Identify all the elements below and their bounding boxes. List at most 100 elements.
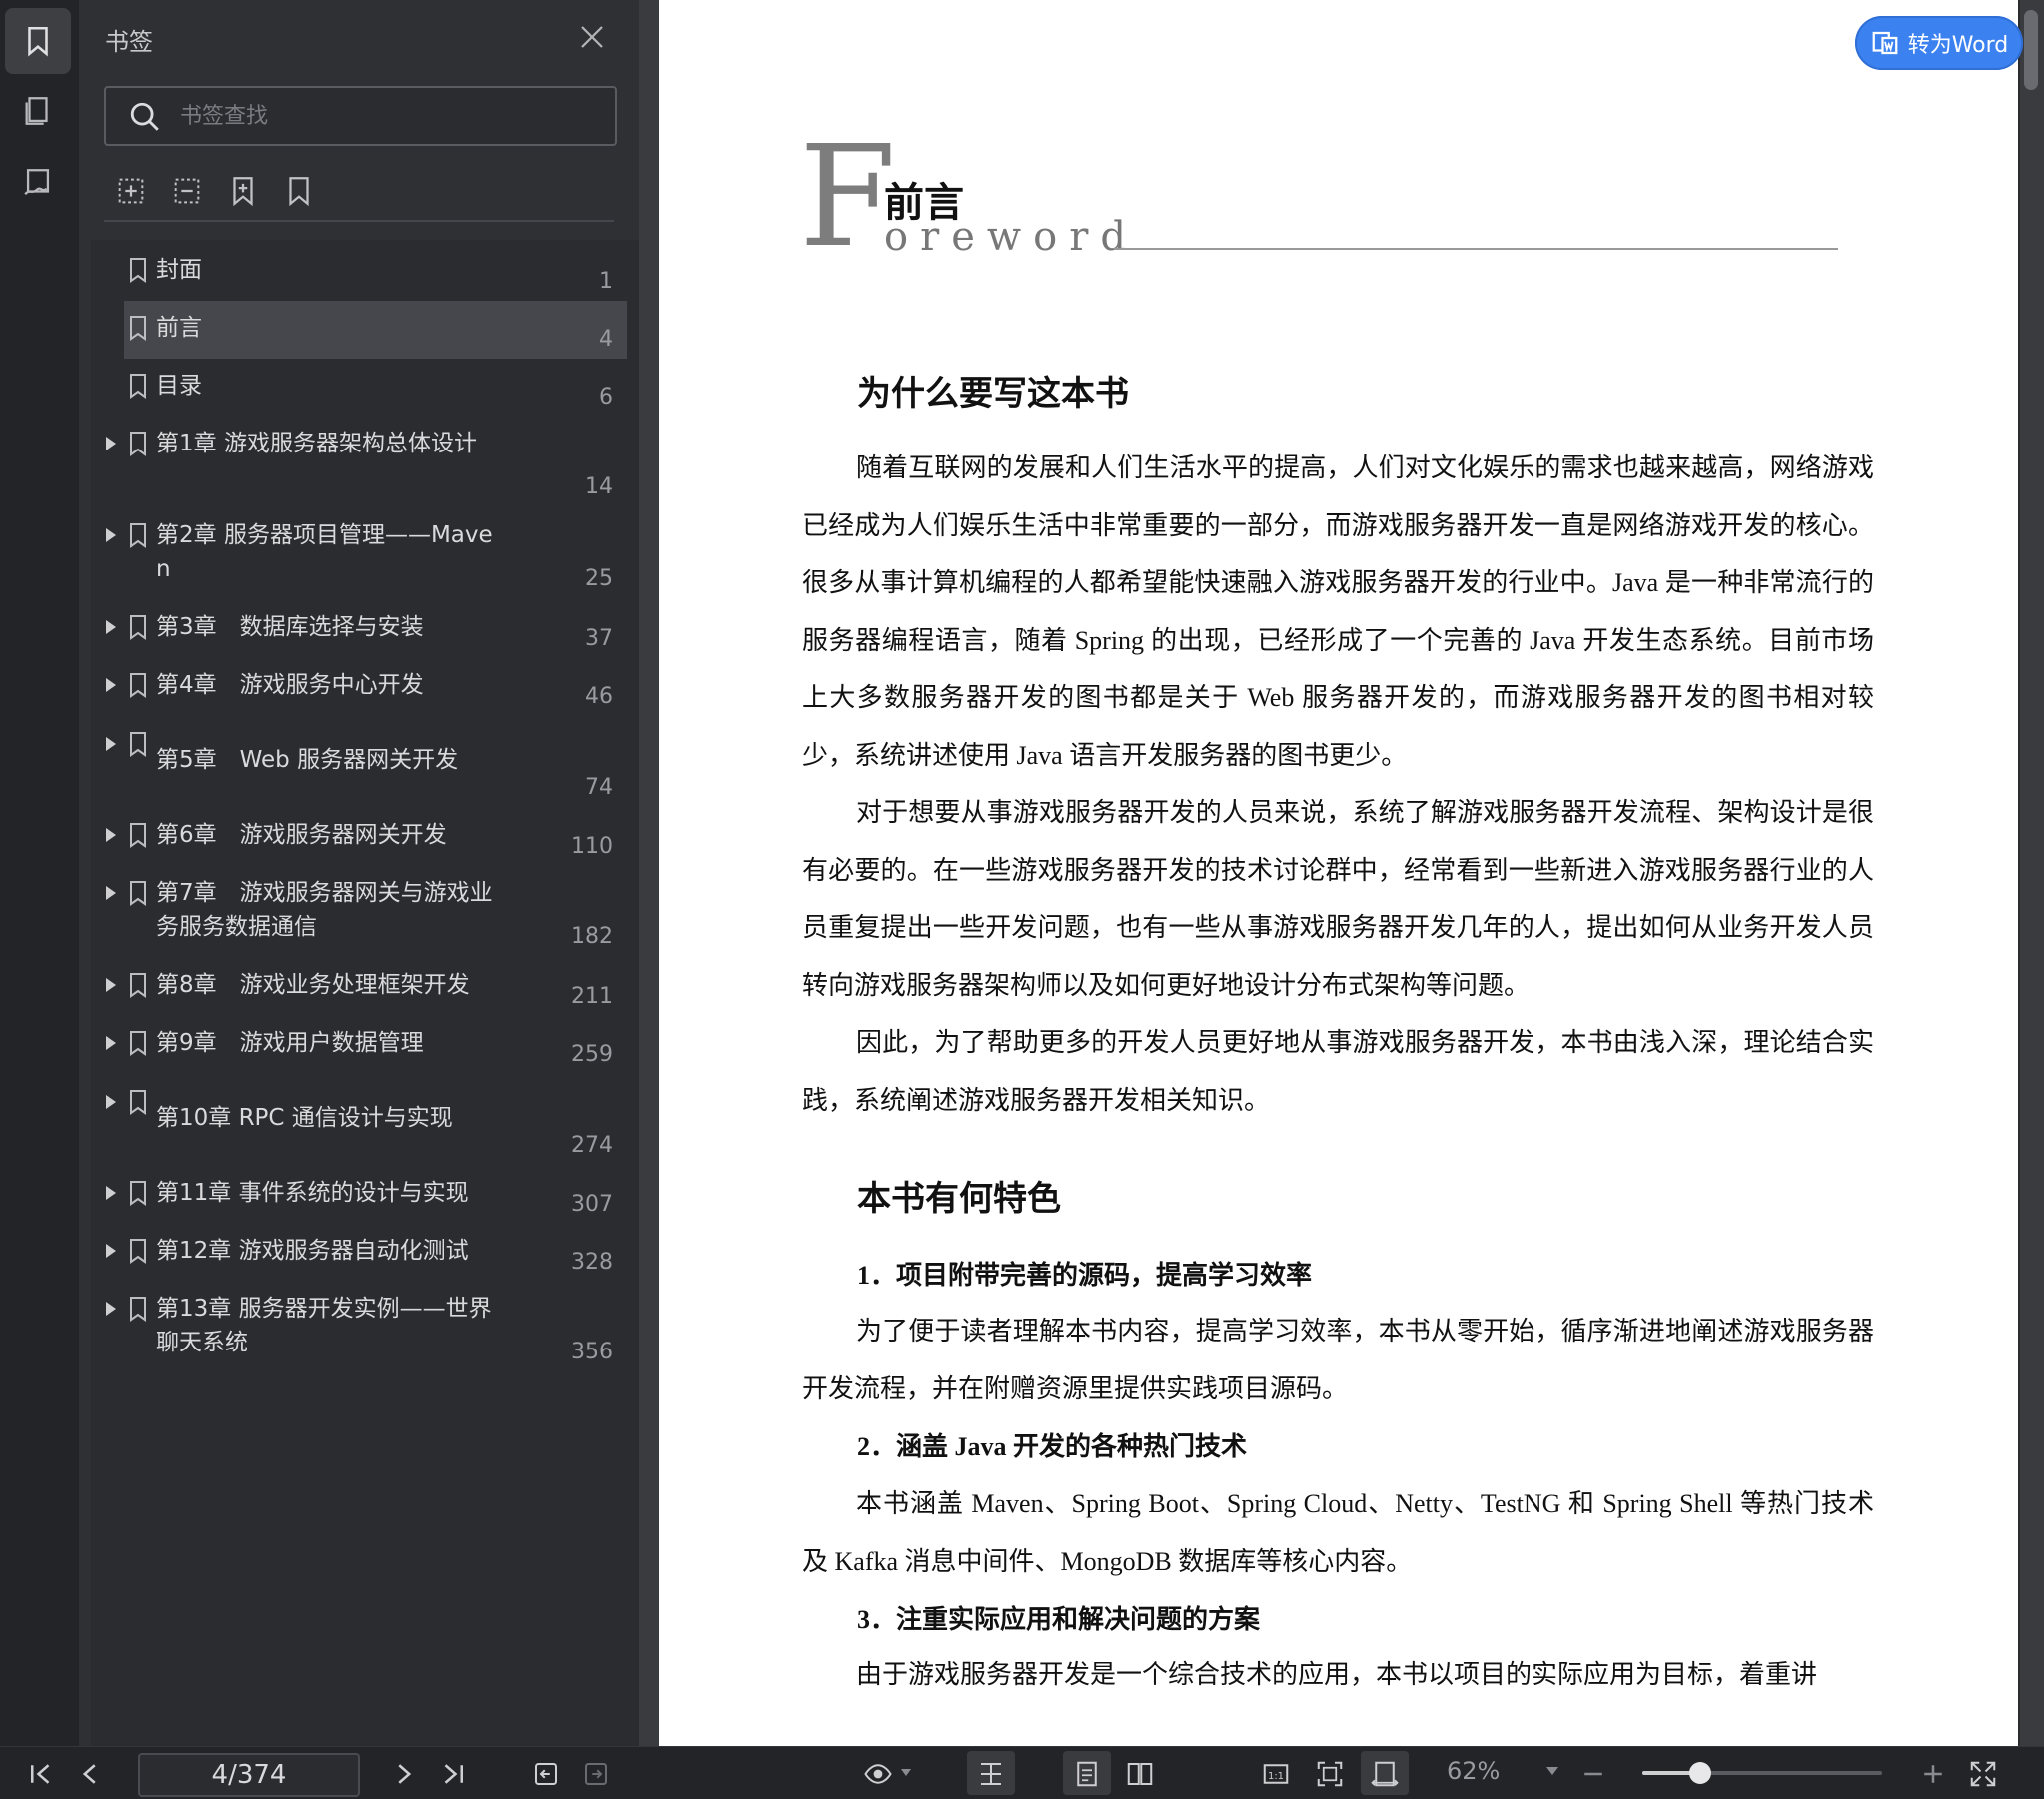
panel-scrollbar[interactable] bbox=[639, 0, 659, 1746]
bookmark-flag-icon bbox=[130, 1090, 146, 1115]
bookmark-flag-icon bbox=[130, 1181, 146, 1206]
actual-size-icon[interactable]: 1:1 bbox=[1261, 1759, 1291, 1789]
section-heading: 为什么要写这本书 bbox=[857, 374, 1129, 414]
foreword-rule bbox=[1114, 248, 1838, 250]
scrollbar-thumb[interactable] bbox=[2024, 10, 2038, 90]
expand-caret-icon[interactable] bbox=[106, 528, 116, 542]
feature-heading: 2．涵盖 Java 开发的各种热门技术 bbox=[857, 1432, 1248, 1461]
bookmark-flag-icon bbox=[130, 432, 146, 456]
convert-to-word-button[interactable]: 转为Word bbox=[1855, 16, 2023, 70]
bookmark-flag-icon bbox=[130, 615, 146, 640]
bookmark-flag-icon bbox=[130, 673, 146, 698]
bookmark-page-number: 328 bbox=[571, 1250, 613, 1275]
remove-bookmark-icon[interactable] bbox=[282, 174, 316, 208]
bookmark-flag-icon bbox=[130, 973, 146, 998]
bookmark-page-number: 4 bbox=[599, 327, 613, 352]
word-convert-icon bbox=[1872, 31, 1898, 55]
zoom-dropdown-caret-icon[interactable] bbox=[1546, 1767, 1558, 1775]
previous-page-icon[interactable] bbox=[76, 1759, 106, 1789]
eye-protection-icon[interactable] bbox=[861, 1759, 895, 1789]
bookmark-search-input[interactable] bbox=[178, 98, 601, 134]
section-heading: 本书有何特色 bbox=[857, 1179, 1061, 1219]
paragraph: 为了便于读者理解本书内容，提高学习效率，本书从零开始，循序渐进地阐述游戏服务器开… bbox=[802, 1317, 1874, 1403]
page-thumbnail-icon bbox=[25, 97, 48, 125]
bottom-toolbar: 4/374 1:1 62% bbox=[0, 1746, 2044, 1799]
last-page-icon[interactable] bbox=[438, 1759, 468, 1789]
thumbnail-panel-button[interactable] bbox=[5, 78, 71, 144]
paragraph: 由于游戏服务器开发是一个综合技术的应用，本书以项目的实际应用为目标，着重讲 bbox=[856, 1660, 1818, 1689]
foreword-big-letter: F bbox=[799, 116, 897, 279]
bookmark-flag-icon bbox=[130, 823, 146, 848]
expand-caret-icon[interactable] bbox=[106, 1186, 116, 1200]
bookmark-page-number: 356 bbox=[571, 1340, 613, 1364]
bookmark-label: 第2章 服务器项目管理——Maven bbox=[156, 522, 493, 582]
fit-width-icon bbox=[1371, 1761, 1399, 1787]
eye-dropdown-caret-icon[interactable] bbox=[901, 1769, 911, 1776]
bookmark-label: 第13章 服务器开发实例——世界聊天系统 bbox=[156, 1296, 492, 1355]
paragraph: 对于想要从事游戏服务器开发的人员来说，系统了解游戏服务器开发流程、架构设计是很有… bbox=[802, 798, 1874, 1000]
expand-caret-icon[interactable] bbox=[106, 1302, 116, 1316]
paragraph: 随着互联网的发展和人们生活水平的提高，人们对文化娱乐的需求也越来越高，网络游戏已… bbox=[802, 453, 1874, 770]
bookmark-page-number: 182 bbox=[571, 924, 613, 949]
bookmark-label: 第7章 游戏服务器网关与游戏业务服务数据通信 bbox=[156, 880, 493, 940]
expand-caret-icon[interactable] bbox=[106, 437, 116, 450]
zoom-slider-thumb[interactable] bbox=[1688, 1762, 1711, 1784]
expand-caret-icon[interactable] bbox=[106, 678, 116, 692]
bookmark-label: 第6章 游戏服务器网关开发 bbox=[156, 822, 447, 848]
bookmark-flag-icon bbox=[130, 316, 146, 341]
annotation-panel-button[interactable] bbox=[5, 150, 71, 216]
bookmark-page-number: 6 bbox=[599, 385, 613, 410]
svg-text:1:1: 1:1 bbox=[1268, 1771, 1284, 1782]
expand-caret-icon[interactable] bbox=[106, 737, 116, 751]
double-page-icon[interactable] bbox=[1125, 1759, 1155, 1789]
expand-caret-icon[interactable] bbox=[106, 828, 116, 842]
bookmark-page-number: 25 bbox=[585, 566, 613, 591]
bookmark-label: 前言 bbox=[156, 315, 202, 341]
panel-divider bbox=[104, 220, 614, 222]
bookmark-label: 第9章 游戏用户数据管理 bbox=[156, 1030, 424, 1056]
document-scrollbar[interactable] bbox=[2020, 0, 2044, 1746]
bookmark-label: 第11章 事件系统的设计与实现 bbox=[156, 1180, 469, 1206]
expand-caret-icon[interactable] bbox=[106, 1095, 116, 1109]
expand-caret-icon[interactable] bbox=[106, 620, 116, 634]
signature-icon bbox=[24, 169, 50, 196]
bookmark-page-number: 259 bbox=[571, 1042, 613, 1067]
bookmark-flag-icon bbox=[130, 1031, 146, 1056]
expand-caret-icon[interactable] bbox=[106, 886, 116, 900]
bookmark-page-number: 307 bbox=[571, 1192, 613, 1217]
bookmark-flag-icon bbox=[130, 732, 146, 757]
bookmark-search-box[interactable] bbox=[104, 86, 617, 146]
close-icon[interactable] bbox=[577, 22, 607, 52]
fullscreen-icon[interactable] bbox=[1968, 1759, 1998, 1789]
left-icon-rail bbox=[0, 0, 79, 1746]
expand-caret-icon[interactable] bbox=[106, 1036, 116, 1050]
back-view-icon[interactable] bbox=[531, 1759, 561, 1789]
bookmark-panel-button[interactable] bbox=[5, 8, 71, 74]
bookmark-label: 封面 bbox=[156, 257, 202, 283]
collapse-all-icon[interactable] bbox=[170, 174, 204, 208]
zoom-slider[interactable] bbox=[1642, 1762, 1882, 1784]
fit-page-icon[interactable] bbox=[1315, 1759, 1345, 1789]
bookmark-label: 第5章 Web 服务器网关开发 bbox=[156, 747, 459, 773]
bookmark-page-number: 110 bbox=[571, 834, 613, 859]
bookmark-flag-icon bbox=[130, 1297, 146, 1322]
next-page-icon[interactable] bbox=[388, 1759, 418, 1789]
bookmark-page-number: 274 bbox=[571, 1133, 613, 1158]
paragraph: 本书涵盖 Maven、Spring Boot、Spring Cloud、Nett… bbox=[802, 1489, 1874, 1576]
bookmark-page-number: 37 bbox=[585, 626, 613, 651]
bookmark-label: 第8章 游戏业务处理框架开发 bbox=[156, 972, 470, 998]
first-page-icon[interactable] bbox=[26, 1759, 56, 1789]
expand-caret-icon[interactable] bbox=[106, 978, 116, 992]
add-bookmark-icon[interactable] bbox=[226, 174, 260, 208]
forward-view-icon[interactable] bbox=[581, 1759, 611, 1789]
zoom-level[interactable]: 62% bbox=[1447, 1757, 1500, 1785]
expand-all-icon[interactable] bbox=[114, 174, 148, 208]
zoom-in-icon[interactable] bbox=[1918, 1759, 1948, 1789]
expand-caret-icon[interactable] bbox=[106, 1244, 116, 1258]
bookmark-page-number: 46 bbox=[585, 684, 613, 709]
search-icon bbox=[130, 102, 159, 131]
bookmark-page-number: 1 bbox=[599, 269, 613, 294]
zoom-out-icon[interactable] bbox=[1578, 1759, 1608, 1789]
page-number-input[interactable]: 4/374 bbox=[138, 1753, 360, 1797]
feature-heading: 3．注重实际应用和解决问题的方案 bbox=[857, 1605, 1261, 1634]
